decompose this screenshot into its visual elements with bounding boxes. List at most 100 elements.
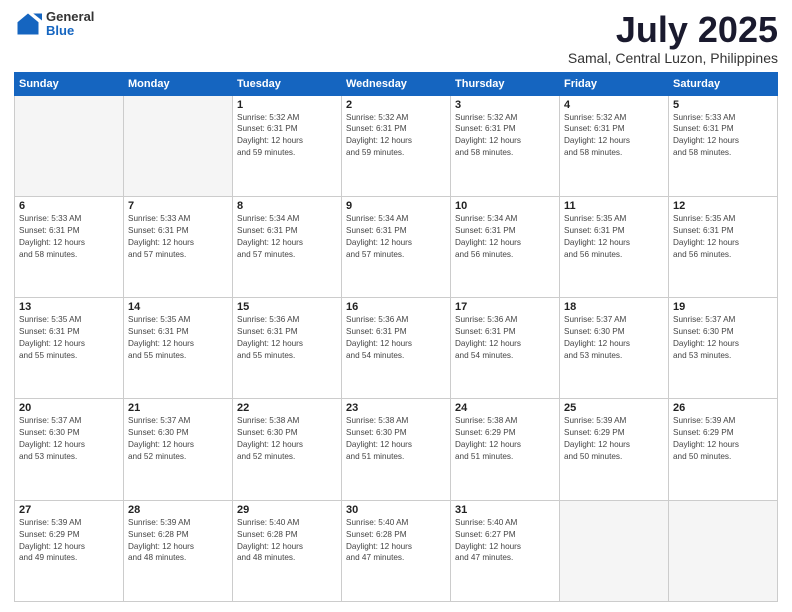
day-number: 29	[237, 504, 337, 516]
day-number: 25	[564, 402, 664, 414]
col-wednesday: Wednesday	[342, 72, 451, 95]
logo-blue-text: Blue	[46, 24, 94, 38]
day-number: 31	[455, 504, 555, 516]
day-info: Sunrise: 5:35 AM Sunset: 6:31 PM Dayligh…	[673, 213, 773, 261]
day-info: Sunrise: 5:33 AM Sunset: 6:31 PM Dayligh…	[128, 213, 228, 261]
logo-icon	[14, 10, 42, 38]
day-number: 17	[455, 301, 555, 313]
header: General Blue July 2025 Samal, Central Lu…	[14, 10, 778, 66]
day-number: 26	[673, 402, 773, 414]
calendar-cell: 26Sunrise: 5:39 AM Sunset: 6:29 PM Dayli…	[669, 399, 778, 500]
calendar-week-3: 13Sunrise: 5:35 AM Sunset: 6:31 PM Dayli…	[15, 298, 778, 399]
calendar-cell: 28Sunrise: 5:39 AM Sunset: 6:28 PM Dayli…	[124, 500, 233, 601]
day-info: Sunrise: 5:32 AM Sunset: 6:31 PM Dayligh…	[455, 112, 555, 160]
day-info: Sunrise: 5:39 AM Sunset: 6:29 PM Dayligh…	[564, 415, 664, 463]
day-info: Sunrise: 5:39 AM Sunset: 6:29 PM Dayligh…	[673, 415, 773, 463]
col-thursday: Thursday	[451, 72, 560, 95]
day-number: 15	[237, 301, 337, 313]
calendar-cell: 3Sunrise: 5:32 AM Sunset: 6:31 PM Daylig…	[451, 95, 560, 196]
calendar-cell: 30Sunrise: 5:40 AM Sunset: 6:28 PM Dayli…	[342, 500, 451, 601]
day-number: 22	[237, 402, 337, 414]
col-sunday: Sunday	[15, 72, 124, 95]
calendar-cell: 25Sunrise: 5:39 AM Sunset: 6:29 PM Dayli…	[560, 399, 669, 500]
logo-general-text: General	[46, 10, 94, 24]
day-info: Sunrise: 5:35 AM Sunset: 6:31 PM Dayligh…	[128, 314, 228, 362]
calendar-cell: 15Sunrise: 5:36 AM Sunset: 6:31 PM Dayli…	[233, 298, 342, 399]
calendar-cell: 6Sunrise: 5:33 AM Sunset: 6:31 PM Daylig…	[15, 196, 124, 297]
day-info: Sunrise: 5:38 AM Sunset: 6:30 PM Dayligh…	[346, 415, 446, 463]
day-info: Sunrise: 5:32 AM Sunset: 6:31 PM Dayligh…	[237, 112, 337, 160]
calendar-cell: 11Sunrise: 5:35 AM Sunset: 6:31 PM Dayli…	[560, 196, 669, 297]
day-info: Sunrise: 5:34 AM Sunset: 6:31 PM Dayligh…	[455, 213, 555, 261]
calendar-cell: 21Sunrise: 5:37 AM Sunset: 6:30 PM Dayli…	[124, 399, 233, 500]
day-info: Sunrise: 5:38 AM Sunset: 6:29 PM Dayligh…	[455, 415, 555, 463]
calendar-cell: 23Sunrise: 5:38 AM Sunset: 6:30 PM Dayli…	[342, 399, 451, 500]
day-info: Sunrise: 5:34 AM Sunset: 6:31 PM Dayligh…	[237, 213, 337, 261]
col-saturday: Saturday	[669, 72, 778, 95]
day-number: 30	[346, 504, 446, 516]
title-month: July 2025	[568, 10, 778, 50]
day-info: Sunrise: 5:37 AM Sunset: 6:30 PM Dayligh…	[19, 415, 119, 463]
day-number: 9	[346, 200, 446, 212]
calendar-cell	[560, 500, 669, 601]
calendar-cell: 14Sunrise: 5:35 AM Sunset: 6:31 PM Dayli…	[124, 298, 233, 399]
calendar-cell: 13Sunrise: 5:35 AM Sunset: 6:31 PM Dayli…	[15, 298, 124, 399]
day-number: 8	[237, 200, 337, 212]
day-number: 20	[19, 402, 119, 414]
page: General Blue July 2025 Samal, Central Lu…	[0, 0, 792, 612]
calendar-cell: 7Sunrise: 5:33 AM Sunset: 6:31 PM Daylig…	[124, 196, 233, 297]
calendar-cell: 27Sunrise: 5:39 AM Sunset: 6:29 PM Dayli…	[15, 500, 124, 601]
calendar-cell: 19Sunrise: 5:37 AM Sunset: 6:30 PM Dayli…	[669, 298, 778, 399]
day-info: Sunrise: 5:38 AM Sunset: 6:30 PM Dayligh…	[237, 415, 337, 463]
calendar-cell	[124, 95, 233, 196]
day-info: Sunrise: 5:37 AM Sunset: 6:30 PM Dayligh…	[673, 314, 773, 362]
calendar-header-row: Sunday Monday Tuesday Wednesday Thursday…	[15, 72, 778, 95]
day-info: Sunrise: 5:36 AM Sunset: 6:31 PM Dayligh…	[346, 314, 446, 362]
calendar-cell	[15, 95, 124, 196]
day-info: Sunrise: 5:33 AM Sunset: 6:31 PM Dayligh…	[673, 112, 773, 160]
calendar-cell: 22Sunrise: 5:38 AM Sunset: 6:30 PM Dayli…	[233, 399, 342, 500]
day-number: 28	[128, 504, 228, 516]
day-info: Sunrise: 5:39 AM Sunset: 6:29 PM Dayligh…	[19, 517, 119, 565]
day-info: Sunrise: 5:36 AM Sunset: 6:31 PM Dayligh…	[455, 314, 555, 362]
day-number: 2	[346, 99, 446, 111]
calendar-week-2: 6Sunrise: 5:33 AM Sunset: 6:31 PM Daylig…	[15, 196, 778, 297]
day-info: Sunrise: 5:37 AM Sunset: 6:30 PM Dayligh…	[564, 314, 664, 362]
day-number: 19	[673, 301, 773, 313]
calendar-week-4: 20Sunrise: 5:37 AM Sunset: 6:30 PM Dayli…	[15, 399, 778, 500]
day-info: Sunrise: 5:32 AM Sunset: 6:31 PM Dayligh…	[564, 112, 664, 160]
logo: General Blue	[14, 10, 94, 39]
day-number: 23	[346, 402, 446, 414]
day-number: 3	[455, 99, 555, 111]
calendar-week-5: 27Sunrise: 5:39 AM Sunset: 6:29 PM Dayli…	[15, 500, 778, 601]
day-number: 24	[455, 402, 555, 414]
day-number: 10	[455, 200, 555, 212]
day-info: Sunrise: 5:37 AM Sunset: 6:30 PM Dayligh…	[128, 415, 228, 463]
calendar-cell: 5Sunrise: 5:33 AM Sunset: 6:31 PM Daylig…	[669, 95, 778, 196]
day-info: Sunrise: 5:35 AM Sunset: 6:31 PM Dayligh…	[19, 314, 119, 362]
day-info: Sunrise: 5:40 AM Sunset: 6:28 PM Dayligh…	[346, 517, 446, 565]
day-number: 5	[673, 99, 773, 111]
col-monday: Monday	[124, 72, 233, 95]
calendar-cell: 10Sunrise: 5:34 AM Sunset: 6:31 PM Dayli…	[451, 196, 560, 297]
calendar-cell: 18Sunrise: 5:37 AM Sunset: 6:30 PM Dayli…	[560, 298, 669, 399]
day-number: 14	[128, 301, 228, 313]
day-info: Sunrise: 5:36 AM Sunset: 6:31 PM Dayligh…	[237, 314, 337, 362]
day-number: 1	[237, 99, 337, 111]
day-number: 11	[564, 200, 664, 212]
calendar-cell: 16Sunrise: 5:36 AM Sunset: 6:31 PM Dayli…	[342, 298, 451, 399]
day-info: Sunrise: 5:40 AM Sunset: 6:27 PM Dayligh…	[455, 517, 555, 565]
day-info: Sunrise: 5:40 AM Sunset: 6:28 PM Dayligh…	[237, 517, 337, 565]
calendar-cell: 24Sunrise: 5:38 AM Sunset: 6:29 PM Dayli…	[451, 399, 560, 500]
calendar-cell: 29Sunrise: 5:40 AM Sunset: 6:28 PM Dayli…	[233, 500, 342, 601]
day-info: Sunrise: 5:35 AM Sunset: 6:31 PM Dayligh…	[564, 213, 664, 261]
title-location: Samal, Central Luzon, Philippines	[568, 50, 778, 66]
col-tuesday: Tuesday	[233, 72, 342, 95]
title-block: July 2025 Samal, Central Luzon, Philippi…	[568, 10, 778, 66]
calendar-week-1: 1Sunrise: 5:32 AM Sunset: 6:31 PM Daylig…	[15, 95, 778, 196]
calendar-cell	[669, 500, 778, 601]
day-number: 27	[19, 504, 119, 516]
calendar-table: Sunday Monday Tuesday Wednesday Thursday…	[14, 72, 778, 602]
day-info: Sunrise: 5:32 AM Sunset: 6:31 PM Dayligh…	[346, 112, 446, 160]
logo-text: General Blue	[46, 10, 94, 39]
